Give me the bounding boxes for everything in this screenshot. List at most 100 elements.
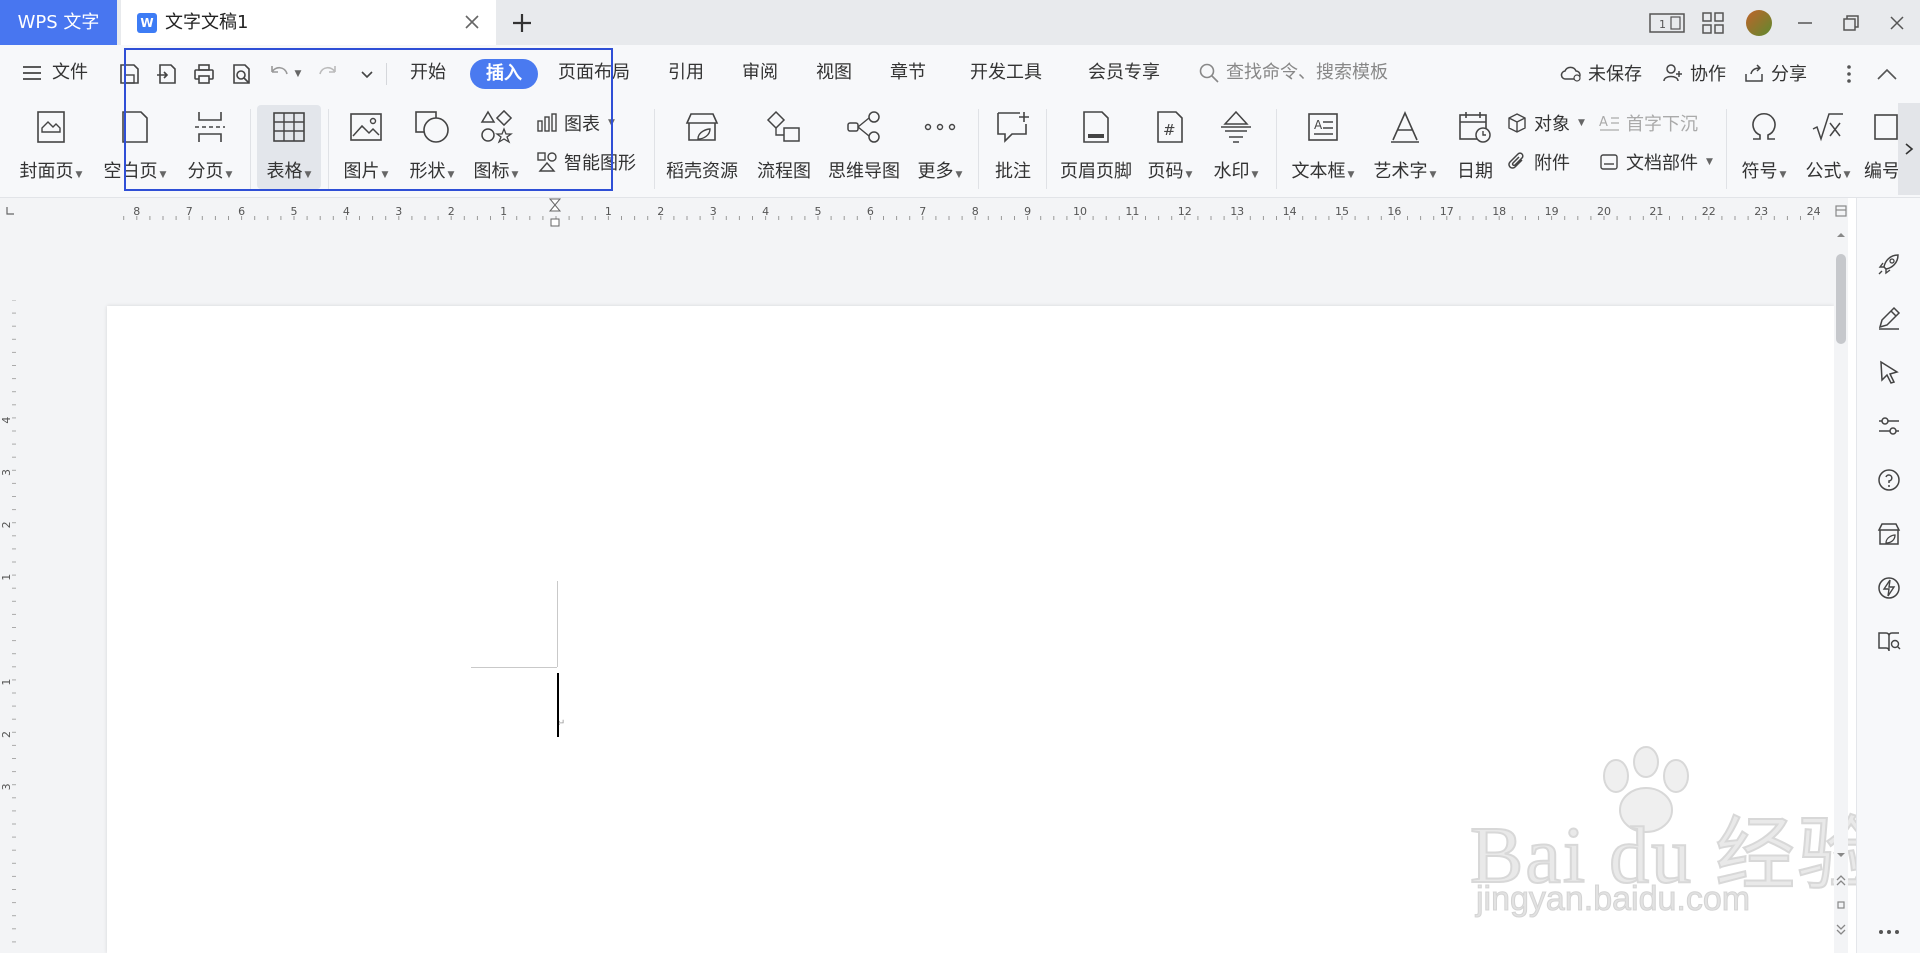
ruler-label: 15 [1335,206,1349,218]
tab-section[interactable]: 章节 [890,45,926,101]
header-footer-button[interactable]: 页眉页脚 [1054,105,1138,189]
comment-button[interactable]: 批注 [988,105,1038,189]
ruler-label: 23 [1754,206,1768,218]
share-icon [1745,64,1763,82]
date-button[interactable]: 日期 [1450,105,1500,189]
ruler-label: 24 [1807,206,1821,218]
mind-map-button[interactable]: 思维导图 [822,105,906,189]
watermark-button[interactable]: 水印 ▼ [1206,105,1266,189]
symbol-button[interactable]: 符号 ▼ [1734,105,1794,189]
more-tools-icon[interactable] [1875,918,1903,946]
unsaved-button[interactable]: 未保存 [1560,45,1642,101]
numbering-label: 编号 [1864,161,1900,182]
flowchart-button[interactable]: 流程图 [752,105,816,189]
divider [1046,109,1047,189]
ruler-label: 20 [1597,206,1611,218]
document-tab[interactable]: W 文字文稿1 [121,0,496,45]
window-close-icon[interactable] [1874,0,1920,45]
flowchart-label: 流程图 [757,161,811,182]
tab-review[interactable]: 审阅 [742,45,778,101]
text-cursor [557,673,559,737]
book-search-icon[interactable] [1875,628,1903,656]
text-box-button[interactable]: A 文本框 ▼ [1286,105,1360,189]
ruler-label: 3 [710,206,717,218]
cover-page-button[interactable]: 封面页 ▼ [14,105,88,189]
collaborate-button[interactable]: 协作 [1662,45,1726,101]
numbering-button[interactable]: 编号 [1864,105,1900,189]
avatar[interactable] [1746,9,1772,36]
ribbon-scroll-right[interactable] [1898,103,1920,195]
pen-icon[interactable] [1875,304,1903,332]
app-tab[interactable]: WPS 文字 [0,0,117,45]
object-button[interactable]: 对象 ▼ [1506,108,1585,138]
ruler-label: 14 [1283,206,1297,218]
cover-page-label: 封面页 [19,161,74,182]
reading-mode-icon[interactable]: 1 [1644,0,1690,45]
ruler-label: 10 [1073,206,1087,218]
tab-view[interactable]: 视图 [816,45,852,101]
chevron-right-icon [1905,143,1914,155]
previous-page-icon [1836,875,1846,886]
tab-member[interactable]: 会员专享 [1088,45,1160,101]
vertical-ruler[interactable]: 4 3 2 1 1 2 3 [0,300,26,953]
collapse-ribbon-icon[interactable] [1874,61,1900,87]
cover-page-icon [31,107,71,147]
highlight-annotation-box [124,48,613,191]
more-icon [920,107,960,147]
watermark-icon [1216,107,1256,147]
drop-cap-button[interactable]: A 首字下沉 [1598,108,1698,138]
doc-parts-button[interactable]: 文档部件 ▼ [1598,147,1713,177]
restore-icon[interactable] [1828,0,1874,45]
ruler-label: 21 [1649,206,1663,218]
ruler-label: 4 [762,206,769,218]
ruler-toggle-icon [1835,205,1847,217]
more-label: 更多 [917,161,954,182]
ruler-label: 1 [605,206,612,218]
svg-text:#: # [1163,121,1176,139]
search-placeholder: 查找命令、搜索模板 [1226,62,1388,83]
scroll-down-icon [1837,853,1845,857]
store-icon[interactable] [1875,520,1903,548]
vertical-scrollbar[interactable] [1834,198,1848,953]
more-options-icon[interactable] [1836,61,1862,87]
share-button[interactable]: 分享 [1743,45,1807,101]
next-page-icon [1836,924,1846,935]
close-icon[interactable] [462,12,482,32]
minimize-icon[interactable] [1782,0,1828,45]
divider [1276,109,1277,189]
tab-references[interactable]: 引用 [668,45,704,101]
rocket-icon[interactable] [1875,250,1903,278]
share-label: 分享 [1771,64,1807,85]
scrollbar-thumb[interactable] [1836,254,1846,344]
attachment-button[interactable]: 附件 [1506,147,1570,177]
lightning-icon[interactable] [1875,574,1903,602]
page-number-button[interactable]: # 页码 ▼ [1142,105,1198,189]
horizontal-ruler[interactable]: 8 7 6 5 4 3 2 1 1 2 3 4 5 6 7 8 9 10 11 12 13 14 15 16 17 18 19 20 2… [0,198,1834,228]
file-menu[interactable]: 文件 [22,45,88,101]
ruler-label: 5 [291,206,298,218]
command-search[interactable]: 查找命令、搜索模板 [1198,45,1388,101]
more-button[interactable]: 更多 ▼ [912,105,968,189]
indent-marker-icon[interactable] [548,198,562,228]
apps-grid-icon[interactable] [1690,0,1736,45]
tab-developer[interactable]: 开发工具 [970,45,1042,101]
ruler-label: 13 [1230,206,1244,218]
mind-map-icon [844,107,884,147]
ruler-label: 6 [238,206,245,218]
adjust-icon[interactable] [1875,412,1903,440]
ruler-label: 3 [0,469,13,476]
collaborate-icon [1663,64,1682,82]
help-icon[interactable] [1875,466,1903,494]
ruler-label: 11 [1125,206,1139,218]
docer-resources-button[interactable]: 稻壳资源 [662,105,742,189]
new-tab-button[interactable] [508,9,536,37]
scroll-up-icon [1837,233,1845,237]
formula-button[interactable]: 公式 ▼ [1798,105,1858,189]
cursor-select-icon[interactable] [1875,358,1903,386]
watermark-label: 水印 [1213,161,1250,182]
horizontal-ruler-scale: 8 7 6 5 4 3 2 1 1 2 3 4 5 6 7 8 9 10 11 12 13 14 15 16 17 18 19 20 2… [123,206,1821,220]
object-icon [1508,113,1526,133]
ruler-label: 1 [0,574,13,581]
ruler-label: 3 [395,206,402,218]
word-art-button[interactable]: 艺术字 ▼ [1368,105,1442,189]
